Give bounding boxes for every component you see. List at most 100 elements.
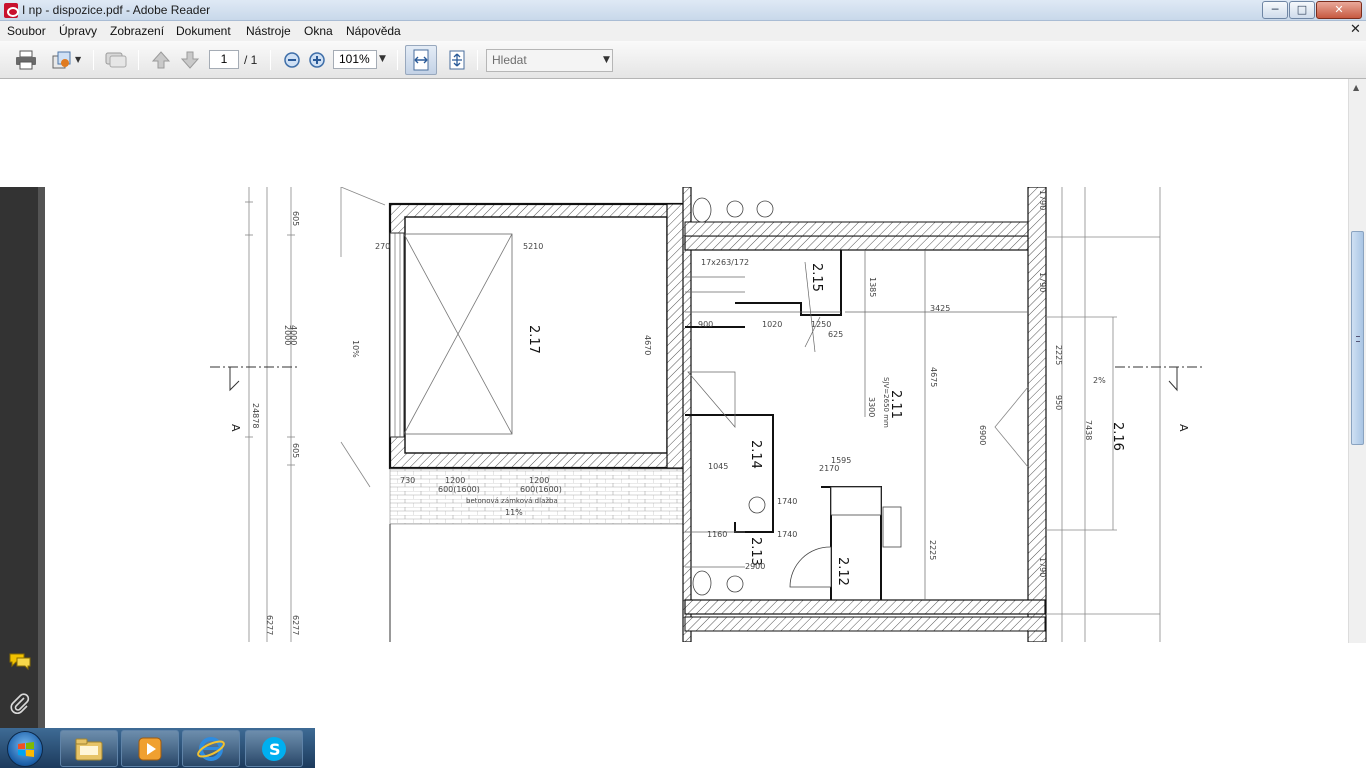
close-document-icon[interactable]: ✕: [1350, 22, 1361, 37]
zoom-level-input[interactable]: 101%: [333, 50, 377, 69]
dim-6277a: 6277: [265, 615, 274, 635]
dim-600b: 600(1600): [520, 485, 562, 494]
page-number-input[interactable]: 1: [209, 50, 239, 69]
toolbar-separator: [270, 50, 271, 70]
search-input[interactable]: Hledat: [486, 49, 613, 72]
internet-explorer-icon[interactable]: [182, 730, 240, 767]
menu-dokument[interactable]: Dokument: [174, 23, 233, 39]
fit-width-icon: [413, 49, 429, 71]
dim-2900: 2900: [745, 562, 765, 571]
zoom-in-icon[interactable]: [305, 48, 329, 72]
media-player-icon[interactable]: [121, 730, 179, 767]
dim-2225b: 2225: [1054, 345, 1063, 365]
section-marker-right: A: [1177, 424, 1190, 432]
dim-1200a: 1200: [445, 476, 465, 485]
dim-1385: 1385: [868, 277, 877, 297]
pdf-page: A A 2.17 2.15 2.11 2.14 2.13 2.12 2.16 5…: [45, 187, 1346, 642]
dim-1045: 1045: [708, 462, 728, 471]
menu-napoveda[interactable]: Nápověda: [344, 23, 403, 39]
dim-1790c: 1790: [1038, 557, 1047, 577]
section-marker-left: A: [229, 424, 242, 432]
dim-600a: 600(1600): [438, 485, 480, 494]
dim-4675: 4675: [929, 367, 938, 387]
zoom-out-icon[interactable]: [280, 48, 304, 72]
toolbar-separator: [477, 50, 478, 70]
toolbar-separator: [397, 50, 398, 70]
dim-1740b: 1740: [777, 530, 797, 539]
scroll-up-icon[interactable]: ▲: [1353, 83, 1359, 92]
dim-605b: 605: [291, 443, 300, 458]
scrollbar-grip-icon: [1356, 336, 1360, 342]
dim-1250: 1250: [811, 320, 831, 329]
sjv-note: SJV=2650 mm: [882, 377, 890, 428]
adobe-reader-window: I np - dispozice.pdf - Adobe Reader ─ □ …: [0, 0, 1366, 768]
dim-950: 950: [1054, 395, 1063, 410]
dim-24878: 24878: [251, 403, 260, 428]
dim-3300: 3300: [867, 397, 876, 417]
search-dropdown-icon[interactable]: ▼: [603, 55, 610, 65]
dim-605a: 605: [291, 211, 300, 226]
window-title: I np - dispozice.pdf - Adobe Reader: [22, 3, 211, 17]
close-button[interactable]: ✕: [1316, 1, 1362, 19]
start-orb[interactable]: [7, 731, 43, 767]
toolbar: ▼ 1 / 1 101% ▼: [0, 41, 1366, 79]
room-label-2-14: 2.14: [748, 440, 763, 469]
dim-7438: 7438: [1084, 420, 1093, 440]
room-label-2-16: 2.16: [1110, 422, 1125, 451]
dim-slope-10: 10%: [351, 340, 360, 358]
attachment-icon[interactable]: [8, 692, 32, 716]
minimize-button[interactable]: ─: [1262, 1, 1288, 19]
room-label-2-15: 2.15: [809, 263, 824, 292]
dim-730: 730: [400, 476, 415, 485]
page-total: / 1: [244, 53, 258, 67]
share-icon[interactable]: [50, 48, 74, 72]
dim-2225: 2225: [928, 540, 937, 560]
menu-okna[interactable]: Okna: [302, 23, 335, 39]
menu-bar: Soubor Úpravy Zobrazení Dokument Nástroj…: [0, 21, 1366, 41]
page-down-icon[interactable]: [178, 48, 202, 72]
dim-6277b: 6277: [291, 615, 300, 635]
vertical-scrollbar[interactable]: ▲: [1348, 79, 1366, 643]
dim-1200b: 1200: [529, 476, 549, 485]
dim-2000: 2000: [283, 325, 292, 345]
menu-nastroje[interactable]: Nástroje: [244, 23, 293, 39]
room-label-2-17: 2.17: [526, 325, 541, 354]
svg-text:S: S: [269, 740, 281, 759]
fit-width-button[interactable]: [405, 45, 437, 75]
dim-2170: 2170: [819, 464, 839, 473]
scrollbar-thumb[interactable]: [1351, 231, 1364, 445]
menu-zobrazeni[interactable]: Zobrazení: [108, 23, 166, 39]
page-up-icon[interactable]: [149, 48, 173, 72]
title-bar: I np - dispozice.pdf - Adobe Reader ─ □ …: [0, 0, 1366, 21]
dim-3425: 3425: [930, 304, 950, 313]
dim-slope-11: 11%: [505, 508, 523, 517]
menu-soubor[interactable]: Soubor: [5, 23, 48, 39]
dim-6900: 6900: [978, 425, 987, 445]
dim-625: 625: [828, 330, 843, 339]
explorer-icon[interactable]: [60, 730, 118, 767]
dim-slope-2: 2%: [1093, 376, 1106, 385]
adobe-reader-icon: [4, 3, 19, 18]
toolbar-separator: [93, 50, 94, 70]
dim-1790a: 1790: [1038, 190, 1047, 210]
skype-icon[interactable]: S: [245, 730, 303, 767]
dim-1020: 1020: [762, 320, 782, 329]
comment-icon[interactable]: [104, 48, 128, 72]
dim-4670: 4670: [643, 335, 652, 355]
maximize-button[interactable]: □: [1289, 1, 1315, 19]
print-icon[interactable]: [14, 48, 38, 72]
share-dropdown-icon[interactable]: ▼: [75, 55, 81, 79]
dim-270: 270: [375, 242, 390, 251]
navigation-pane-edge: [38, 187, 45, 728]
dim-5210: 5210: [523, 242, 543, 251]
room-label-2-12: 2.12: [835, 557, 850, 586]
dim-900: 900: [698, 320, 713, 329]
comments-icon[interactable]: [8, 649, 32, 673]
windows-logo-icon: [18, 742, 34, 757]
fit-page-icon[interactable]: [445, 48, 469, 72]
dim-1160: 1160: [707, 530, 727, 539]
menu-upravy[interactable]: Úpravy: [57, 23, 99, 39]
zoom-dropdown-icon[interactable]: ▼: [379, 54, 386, 64]
toolbar-separator: [138, 50, 139, 70]
dim-1740a: 1740: [777, 497, 797, 506]
